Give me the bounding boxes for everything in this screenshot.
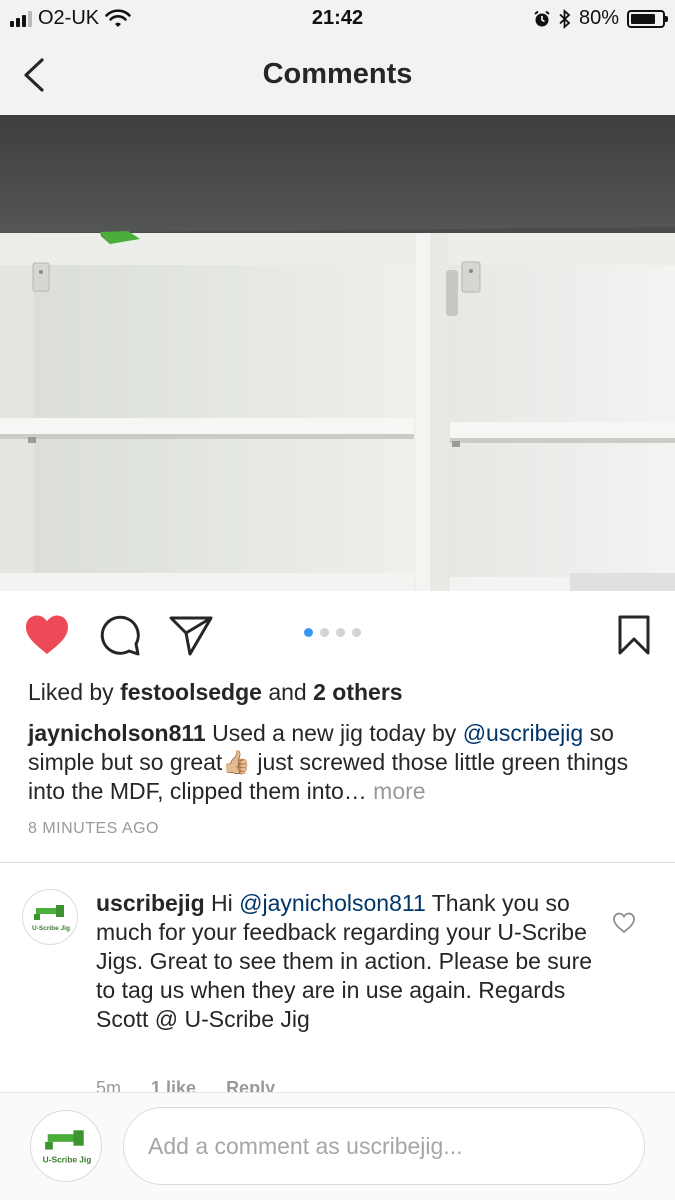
comment-body: uscribejig Hi @jaynicholson811 Thank you… bbox=[96, 889, 596, 1034]
divider bbox=[0, 862, 675, 863]
caption-more-link[interactable]: more bbox=[367, 778, 425, 804]
post-photo[interactable] bbox=[0, 115, 675, 591]
page-title: Comments bbox=[262, 58, 413, 90]
cabinet-photo-image bbox=[0, 115, 675, 591]
post-timestamp: 8 MINUTES AGO bbox=[28, 820, 159, 837]
carousel-dot bbox=[304, 628, 313, 637]
share-paper-plane-icon[interactable] bbox=[168, 614, 214, 656]
comment-avatar[interactable]: U-Scribe Jig bbox=[22, 889, 78, 945]
carousel-indicator bbox=[304, 628, 361, 637]
status-bar: O2-UK 21:42 80% bbox=[0, 0, 675, 38]
liked-by-others-link[interactable]: 2 others bbox=[313, 679, 402, 705]
caption-username-link[interactable]: jaynicholson811 bbox=[28, 720, 206, 746]
battery-percent: 80% bbox=[578, 7, 619, 29]
carousel-dot bbox=[336, 628, 345, 637]
likes-prefix: Liked by bbox=[28, 679, 121, 705]
comment-username-link[interactable]: uscribejig bbox=[96, 890, 205, 916]
status-right: 80% bbox=[533, 7, 668, 30]
top-bar: O2-UK 21:42 80% Comments bbox=[0, 0, 675, 115]
svg-text:U-Scribe Jig: U-Scribe Jig bbox=[32, 925, 70, 932]
caption-text: Used a new jig today by bbox=[205, 720, 463, 746]
liked-by-user-link[interactable]: festoolsedge bbox=[120, 679, 262, 705]
post-caption: jaynicholson811 Used a new jig today by … bbox=[28, 719, 658, 806]
bookmark-icon[interactable] bbox=[617, 614, 651, 656]
comment-text-1: Hi bbox=[204, 890, 240, 916]
uscribe-logo-icon: U-Scribe Jig bbox=[32, 905, 70, 932]
battery-icon bbox=[627, 9, 668, 28]
likes-line: Liked by festoolsedge and 2 others bbox=[28, 678, 658, 707]
thumbs-up-emoji: 👍🏼 bbox=[222, 749, 251, 775]
caption-mention-link[interactable]: @uscribejig bbox=[463, 720, 584, 746]
alarm-icon bbox=[534, 10, 550, 26]
uscribe-logo-icon: U-Scribe Jig bbox=[43, 1130, 92, 1164]
comment-input[interactable] bbox=[123, 1107, 645, 1185]
carousel-dot bbox=[320, 628, 329, 637]
comment-mention-link[interactable]: @jaynicholson811 bbox=[239, 890, 426, 916]
composer-avatar: U-Scribe Jig bbox=[30, 1110, 102, 1182]
likes-middle: and bbox=[261, 679, 314, 705]
heart-outline-icon[interactable] bbox=[612, 912, 636, 934]
svg-text:U-Scribe Jig: U-Scribe Jig bbox=[43, 1154, 92, 1164]
heart-filled-icon[interactable] bbox=[24, 614, 70, 656]
carousel-dot bbox=[352, 628, 361, 637]
bluetooth-icon bbox=[559, 8, 571, 29]
comment-bubble-icon[interactable] bbox=[99, 614, 141, 656]
